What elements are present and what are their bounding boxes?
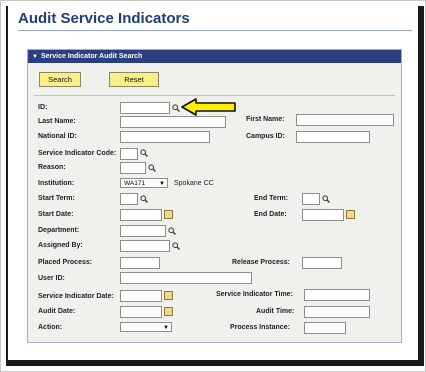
placed-process-input[interactable] [120, 257, 160, 269]
search-panel: ▼ Service Indicator Audit Search Search R… [27, 49, 402, 343]
service-indicator-time-label: Service Indicator Time: [216, 291, 293, 298]
reason-label: Reason: [38, 164, 66, 171]
magnifier-icon[interactable] [322, 195, 330, 203]
last-name-input[interactable] [120, 116, 226, 128]
department-input[interactable] [120, 225, 166, 237]
national-id-label: National ID: [38, 133, 77, 140]
campus-id-input[interactable] [296, 131, 370, 143]
magnifier-icon[interactable] [148, 164, 156, 172]
institution-select[interactable]: WA171 ▼ [120, 178, 168, 188]
user-id-input[interactable] [120, 272, 252, 284]
end-term-label: End Term: [254, 195, 289, 202]
calendar-icon[interactable] [346, 210, 355, 219]
magnifier-icon[interactable] [140, 149, 148, 157]
collapse-icon[interactable]: ▼ [32, 51, 38, 64]
reset-button[interactable]: Reset [109, 72, 159, 87]
end-term-input[interactable] [302, 193, 320, 205]
campus-id-label: Campus ID: [246, 133, 285, 140]
magnifier-icon[interactable] [172, 104, 180, 112]
title-divider [18, 30, 412, 31]
magnifier-icon[interactable] [172, 242, 180, 250]
release-process-input[interactable] [302, 257, 342, 269]
service-indicator-date-input[interactable] [120, 290, 162, 302]
calendar-icon[interactable] [164, 210, 173, 219]
process-instance-label: Process Instance: [230, 324, 290, 331]
arrow-pointer-icon [181, 98, 236, 116]
panel-title: Service Indicator Audit Search [40, 53, 143, 60]
frame-border-bottom [6, 360, 424, 366]
service-indicator-date-label: Service Indicator Date: [38, 293, 114, 300]
audit-date-label: Audit Date: [38, 308, 76, 315]
service-indicator-code-input[interactable] [120, 148, 138, 160]
user-id-label: User ID: [38, 275, 65, 282]
search-button[interactable]: Search [39, 72, 81, 87]
reason-input[interactable] [120, 162, 146, 174]
start-date-input[interactable] [120, 209, 162, 221]
id-label: ID: [38, 104, 48, 111]
action-label: Action: [38, 324, 63, 331]
first-name-label: First Name: [246, 116, 285, 123]
id-input[interactable] [120, 102, 170, 114]
institution-description: Spokane CC [174, 180, 214, 187]
calendar-icon[interactable] [164, 291, 173, 300]
end-date-label: End Date: [254, 211, 287, 218]
chevron-down-icon: ▼ [159, 181, 165, 187]
release-process-label: Release Process: [232, 259, 290, 266]
start-term-label: Start Term: [38, 195, 75, 202]
service-indicator-time-input[interactable] [304, 289, 370, 301]
page-title: Audit Service Indicators [18, 10, 190, 27]
calendar-icon[interactable] [164, 307, 173, 316]
assigned-by-label: Assigned By: [38, 242, 83, 249]
audit-date-input[interactable] [120, 306, 162, 318]
start-term-input[interactable] [120, 193, 138, 205]
action-select[interactable]: ▼ [120, 322, 172, 332]
institution-label: Institution: [38, 180, 75, 187]
process-instance-input[interactable] [304, 322, 346, 334]
placed-process-label: Placed Process: [38, 259, 93, 266]
department-label: Department: [38, 227, 80, 234]
institution-value: WA171 [124, 180, 146, 187]
magnifier-icon[interactable] [140, 195, 148, 203]
audit-time-input[interactable] [304, 306, 370, 318]
national-id-input[interactable] [120, 131, 210, 143]
chevron-down-icon: ▼ [163, 325, 169, 331]
frame-border-right [418, 6, 424, 364]
start-date-label: Start Date: [38, 211, 74, 218]
assigned-by-input[interactable] [120, 240, 170, 252]
panel-divider [34, 95, 395, 96]
end-date-input[interactable] [302, 209, 344, 221]
panel-header[interactable]: ▼ Service Indicator Audit Search [28, 50, 401, 63]
audit-time-label: Audit Time: [256, 308, 295, 315]
service-indicator-code-label: Service Indicator Code: [38, 150, 117, 157]
magnifier-icon[interactable] [168, 227, 176, 235]
first-name-input[interactable] [296, 114, 394, 126]
last-name-label: Last Name: [38, 118, 76, 125]
